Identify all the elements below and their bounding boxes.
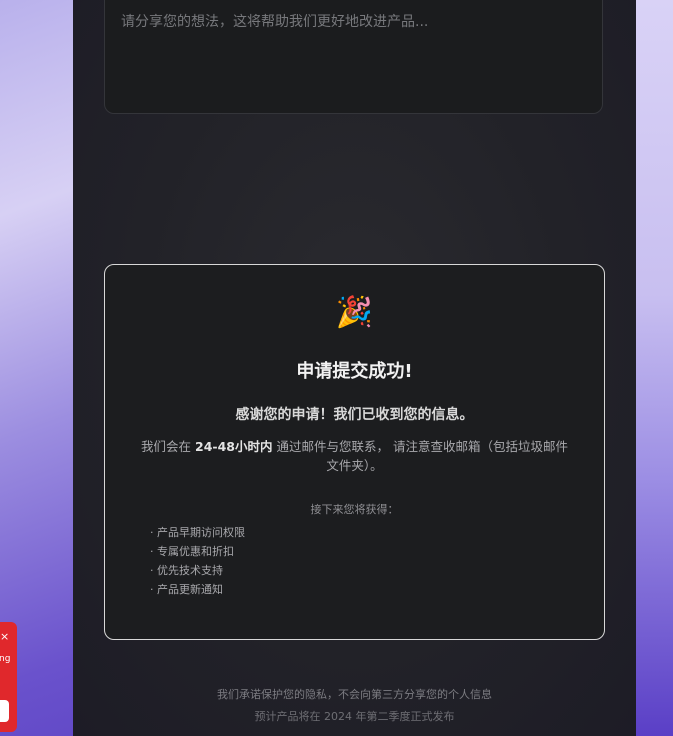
- feedback-textarea[interactable]: [105, 0, 602, 113]
- floating-feedback-widget[interactable]: × ng: [0, 622, 17, 732]
- background-right-strip: [633, 0, 673, 736]
- benefit-item: 专属优惠和折扣: [150, 542, 245, 561]
- success-title: 申请提交成功!: [296, 361, 413, 382]
- contact-message: 我们会在 24-48小时内 通过邮件与您联系， 请注意查收邮箱（包括垃圾邮件文件…: [135, 437, 574, 475]
- benefit-item: 优先技术支持: [150, 561, 245, 580]
- success-card: 🎉 申请提交成功! 感谢您的申请！我们已收到您的信息。 我们会在 24-48小时…: [104, 264, 605, 640]
- benefits-list: 产品早期访问权限 专属优惠和折扣 优先技术支持 产品更新通知: [150, 523, 245, 599]
- benefit-item: 产品更新通知: [150, 580, 245, 599]
- privacy-note: 我们承诺保护您的隐私，不会向第三方分享您的个人信息: [217, 688, 492, 701]
- feedback-textarea-box[interactable]: [104, 0, 603, 114]
- widget-text: ng: [0, 654, 11, 664]
- contact-timeframe: 24-48小时内: [195, 439, 273, 454]
- party-popper-icon: 🎉: [335, 295, 374, 330]
- contact-prefix: 我们会在: [141, 439, 196, 454]
- main-panel: 🎉 申请提交成功! 感谢您的申请！我们已收到您的信息。 我们会在 24-48小时…: [73, 0, 636, 736]
- thanks-message: 感谢您的申请！我们已收到您的信息。: [235, 407, 474, 423]
- benefit-item: 产品早期访问权限: [150, 523, 245, 542]
- contact-suffix: 通过邮件与您联系， 请注意查收邮箱（包括垃圾邮件文件夹）。: [272, 439, 568, 473]
- next-steps-title: 接下来您将获得：: [310, 503, 399, 516]
- release-note: 预计产品将在 2024 年第二季度正式发布: [254, 710, 455, 723]
- widget-button[interactable]: [0, 700, 9, 722]
- close-icon[interactable]: ×: [0, 630, 9, 643]
